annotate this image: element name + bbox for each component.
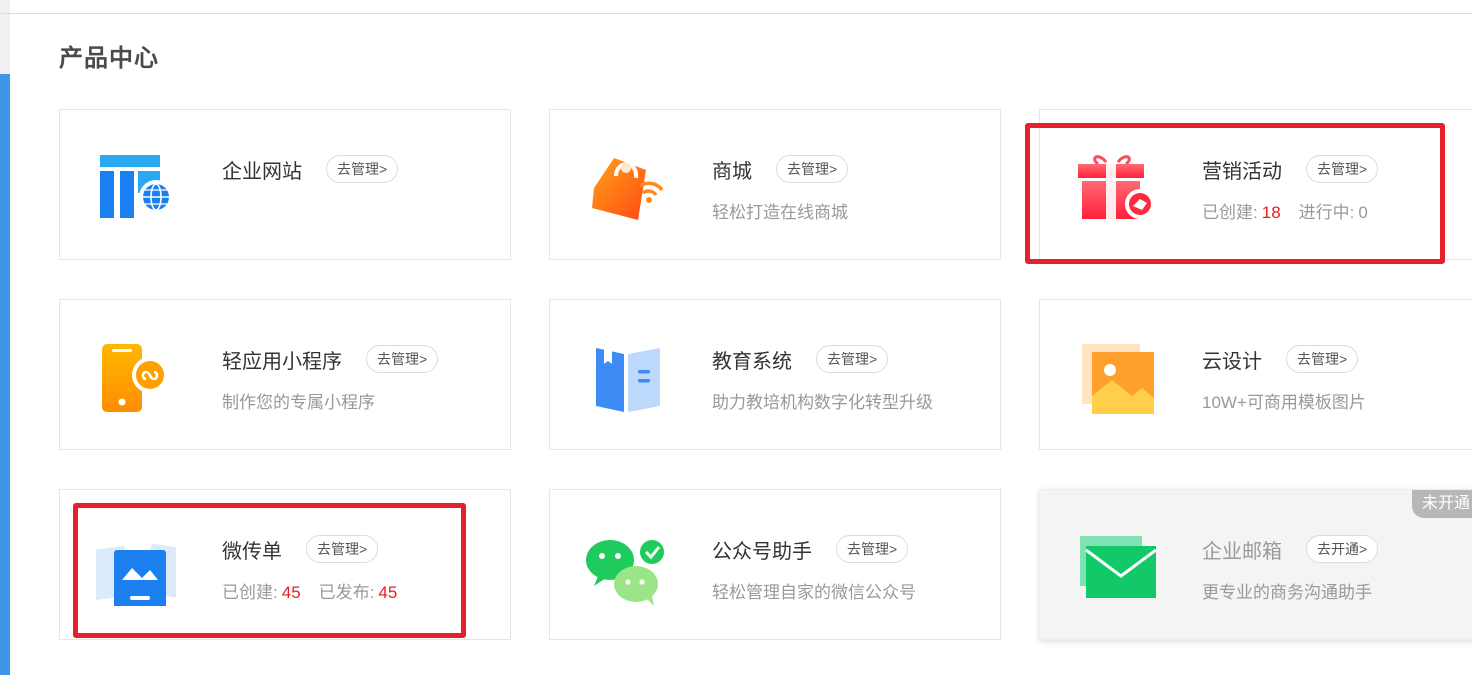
sidebar-active-bar: [0, 74, 10, 675]
product-description: 更专业的商务沟通助手: [1202, 583, 1372, 602]
product-card-mall[interactable]: 商城 去管理> 轻松打造在线商城: [549, 109, 1001, 260]
product-card-wechat[interactable]: 公众号助手 去管理> 轻松管理自家的微信公众号: [549, 489, 1001, 640]
product-description: 助力教培机构数字化转型升级: [712, 393, 933, 412]
manage-button[interactable]: 去管理>: [326, 155, 399, 183]
flyer-icon: [96, 543, 176, 606]
created-count: 45: [281, 583, 301, 602]
published-count: 45: [378, 583, 398, 602]
product-card-email[interactable]: 未开通 企业邮箱 去开通> 更专业的商务沟通助手: [1039, 489, 1472, 640]
product-name: 云设计: [1202, 351, 1262, 373]
product-description: 轻松管理自家的微信公众号: [712, 583, 916, 602]
manage-button[interactable]: 去管理>: [306, 535, 379, 563]
running-count: 0: [1358, 203, 1368, 222]
product-name: 企业网站: [222, 161, 302, 183]
product-name: 商城: [712, 161, 752, 183]
not-activated-badge: 未开通: [1411, 490, 1472, 518]
product-card-miniapp[interactable]: 轻应用小程序 去管理> 制作您的专属小程序: [59, 299, 511, 450]
product-stats: 已创建: 45 已发布: 45: [222, 578, 397, 603]
manage-button[interactable]: 去管理>: [776, 155, 849, 183]
mini-program-icon: [102, 344, 168, 412]
running-label: 进行中:: [1298, 203, 1355, 222]
product-card-education[interactable]: 教育系统 去管理> 助力教培机构数字化转型升级: [549, 299, 1001, 450]
created-count: 18: [1261, 203, 1281, 222]
section-title: 产品中心: [59, 45, 159, 72]
mail-icon: [1080, 536, 1156, 598]
product-name: 公众号助手: [712, 541, 812, 563]
product-stats: 已创建: 18 进行中: 0: [1202, 198, 1368, 223]
product-description: 10W+可商用模板图片: [1202, 393, 1366, 412]
left-sidebar-edge: [0, 0, 10, 675]
book-icon: [596, 348, 660, 412]
product-card-website[interactable]: 企业网站 去管理>: [59, 109, 511, 260]
image-icon: [1082, 344, 1154, 414]
manage-button[interactable]: 去管理>: [366, 345, 439, 373]
header-divider: [0, 13, 1472, 14]
shopping-bag-icon: [592, 158, 664, 220]
product-name: 轻应用小程序: [222, 351, 342, 373]
created-label: 已创建:: [222, 583, 278, 602]
manage-button[interactable]: 去管理>: [836, 535, 909, 563]
published-label: 已发布:: [318, 583, 375, 602]
product-name: 企业邮箱: [1202, 541, 1282, 563]
gift-icon: [1078, 155, 1155, 219]
website-icon: [100, 155, 173, 218]
product-card-flyer[interactable]: 微传单 去管理> 已创建: 45 已发布: 45: [59, 489, 511, 640]
product-description: 制作您的专属小程序: [222, 393, 375, 412]
product-description: 轻松打造在线商城: [712, 203, 848, 222]
product-card-design[interactable]: 云设计 去管理> 10W+可商用模板图片: [1039, 299, 1472, 450]
manage-button[interactable]: 去管理>: [1286, 345, 1359, 373]
wechat-icon: [586, 540, 664, 606]
product-card-marketing[interactable]: 营销活动 去管理> 已创建: 18 进行中: 0: [1039, 109, 1472, 260]
manage-button[interactable]: 去管理>: [1306, 155, 1379, 183]
product-name: 教育系统: [712, 351, 792, 373]
created-label: 已创建:: [1202, 203, 1258, 222]
product-name: 微传单: [222, 541, 282, 563]
product-name: 营销活动: [1202, 161, 1282, 183]
manage-button[interactable]: 去管理>: [816, 345, 889, 373]
activate-button[interactable]: 去开通>: [1306, 535, 1379, 563]
